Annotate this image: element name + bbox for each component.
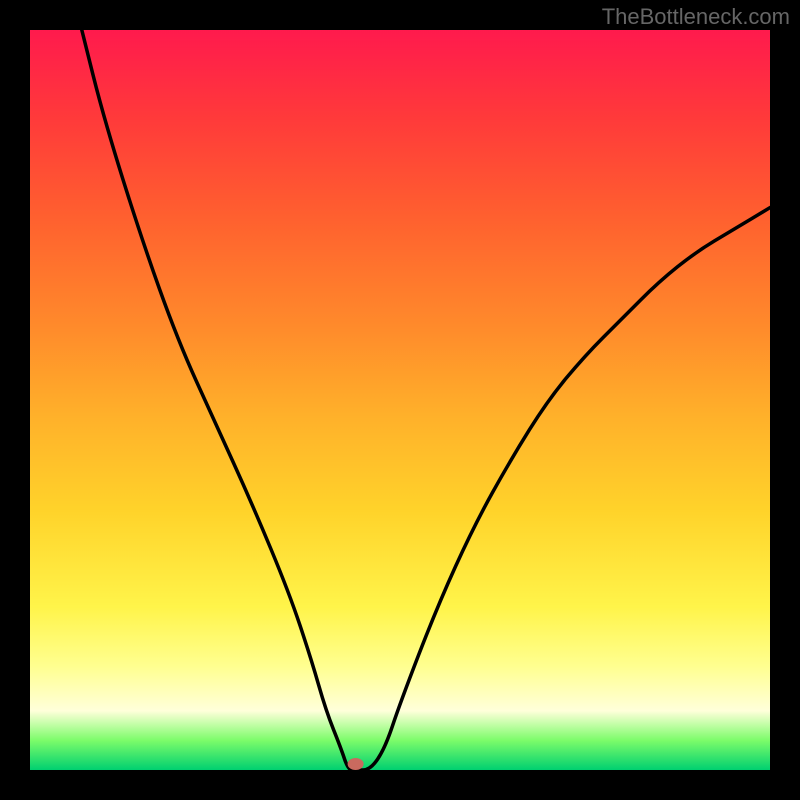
bottleneck-curve <box>82 30 770 770</box>
plot-area <box>30 30 770 770</box>
chart-frame: TheBottleneck.com <box>0 0 800 800</box>
watermark-text: TheBottleneck.com <box>602 4 790 30</box>
chart-svg <box>30 30 770 770</box>
optimal-point-marker <box>348 758 364 770</box>
